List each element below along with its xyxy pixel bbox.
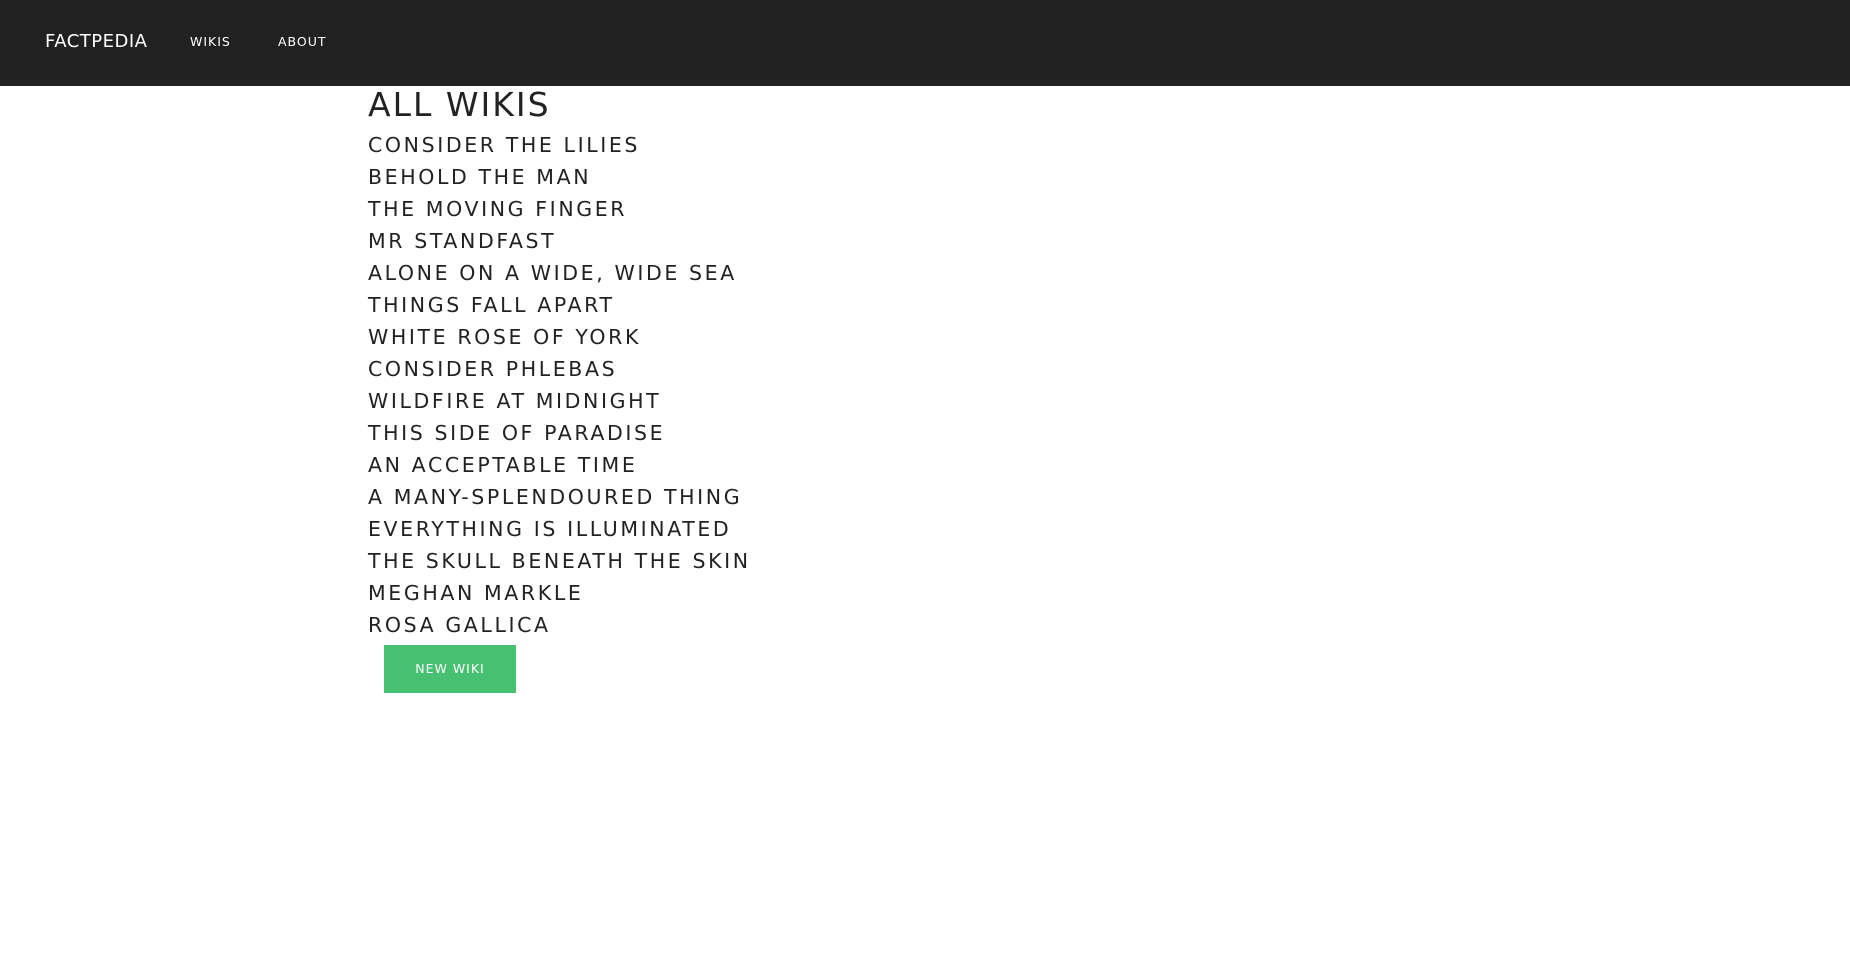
list-item: ROSA GALLICA — [368, 609, 1268, 641]
list-item: THIS SIDE OF PARADISE — [368, 417, 1268, 449]
list-item: BEHOLD THE MAN — [368, 161, 1268, 193]
list-item: WHITE ROSE OF YORK — [368, 321, 1268, 353]
list-item: THE SKULL BENEATH THE SKIN — [368, 545, 1268, 577]
brand-link[interactable]: FACTPEDIA — [45, 30, 147, 54]
wiki-link[interactable]: ALONE ON A WIDE, WIDE SEA — [368, 261, 737, 285]
wiki-link[interactable]: BEHOLD THE MAN — [368, 165, 591, 189]
list-item: MR STANDFAST — [368, 225, 1268, 257]
wiki-link[interactable]: EVERYTHING IS ILLUMINATED — [368, 517, 731, 541]
wiki-link[interactable]: ROSA GALLICA — [368, 613, 551, 637]
wiki-link[interactable]: THE SKULL BENEATH THE SKIN — [368, 549, 751, 573]
wiki-list: CONSIDER THE LILIES BEHOLD THE MAN THE M… — [368, 129, 1268, 641]
nav-link-wikis[interactable]: WIKIS — [190, 34, 231, 50]
wiki-link[interactable]: A MANY-SPLENDOURED THING — [368, 485, 742, 509]
list-item: A MANY-SPLENDOURED THING — [368, 481, 1268, 513]
list-item: MEGHAN MARKLE — [368, 577, 1268, 609]
wiki-link[interactable]: CONSIDER THE LILIES — [368, 133, 640, 157]
list-item: EVERYTHING IS ILLUMINATED — [368, 513, 1268, 545]
list-item: THE MOVING FINGER — [368, 193, 1268, 225]
wiki-link[interactable]: THINGS FALL APART — [368, 293, 615, 317]
list-item: THINGS FALL APART — [368, 289, 1268, 321]
list-item: ALONE ON A WIDE, WIDE SEA — [368, 257, 1268, 289]
list-item: CONSIDER THE LILIES — [368, 129, 1268, 161]
wiki-link[interactable]: THIS SIDE OF PARADISE — [368, 421, 665, 445]
list-item: AN ACCEPTABLE TIME — [368, 449, 1268, 481]
list-item: CONSIDER PHLEBAS — [368, 353, 1268, 385]
wiki-link[interactable]: MR STANDFAST — [368, 229, 556, 253]
list-item: WILDFIRE AT MIDNIGHT — [368, 385, 1268, 417]
wiki-link[interactable]: CONSIDER PHLEBAS — [368, 357, 617, 381]
wiki-link[interactable]: WILDFIRE AT MIDNIGHT — [368, 389, 661, 413]
nav-link-about[interactable]: ABOUT — [278, 34, 327, 50]
wiki-link[interactable]: AN ACCEPTABLE TIME — [368, 453, 637, 477]
wiki-link[interactable]: MEGHAN MARKLE — [368, 581, 583, 605]
page-title: ALL WIKIS — [368, 85, 551, 124]
new-wiki-button[interactable]: NEW WIKI — [384, 645, 516, 693]
main-content: ALL WIKIS CONSIDER THE LILIES BEHOLD THE… — [368, 85, 1268, 693]
wiki-link[interactable]: WHITE ROSE OF YORK — [368, 325, 641, 349]
wiki-link[interactable]: THE MOVING FINGER — [368, 197, 627, 221]
top-navbar: FACTPEDIA WIKIS ABOUT — [0, 0, 1850, 86]
